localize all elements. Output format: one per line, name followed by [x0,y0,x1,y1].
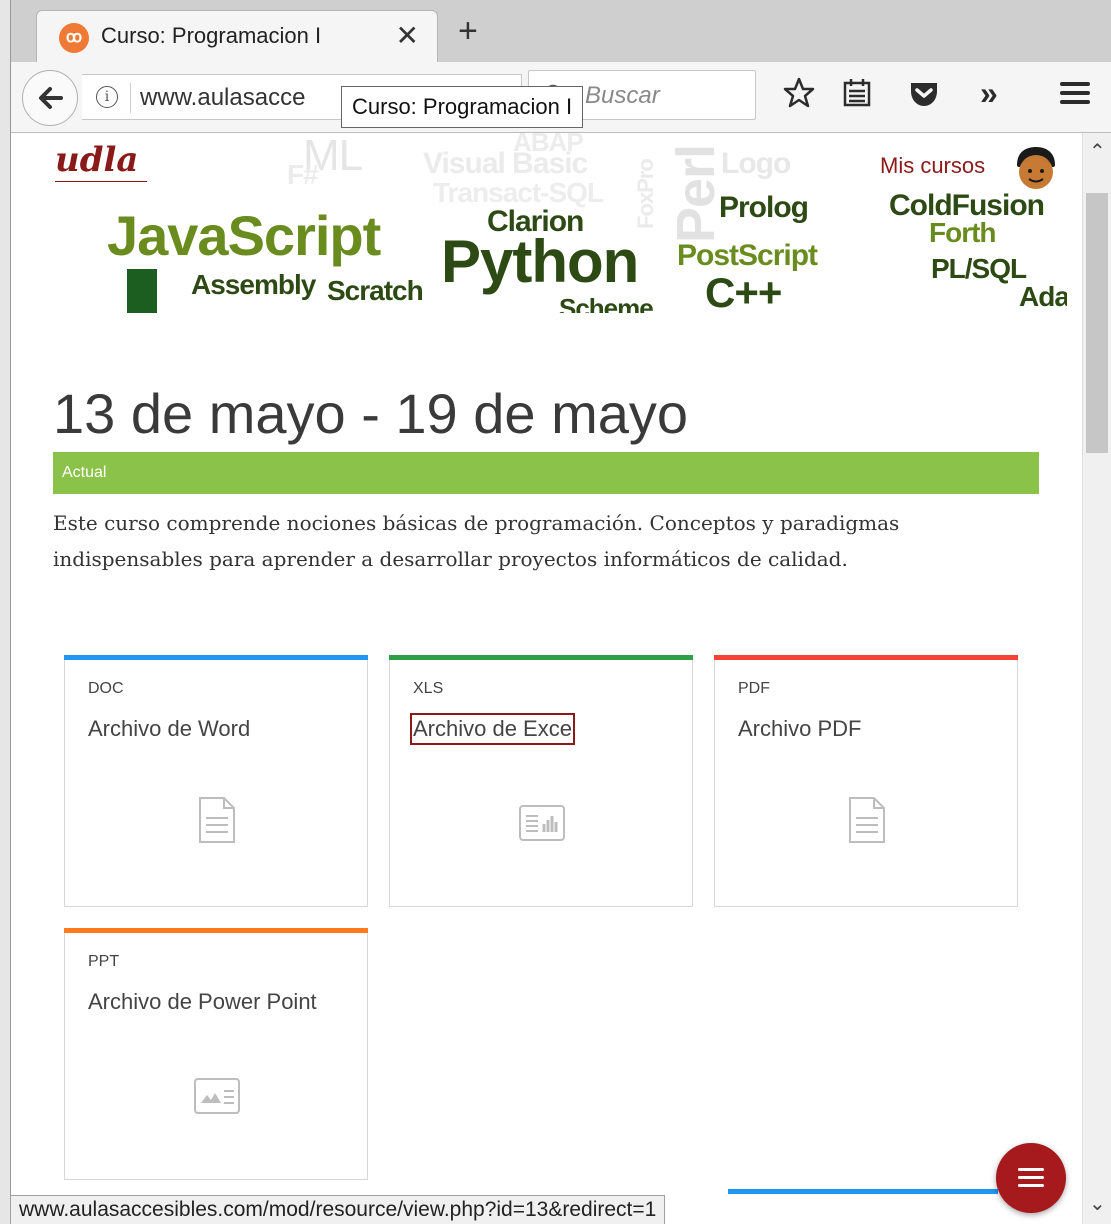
banner-word: Prolog [719,191,809,224]
banner-word: Assembly [191,269,316,300]
window-edge [0,0,11,1224]
spreadsheet-icon [519,805,565,841]
info-icon[interactable]: i [96,86,118,108]
resource-type: PPT [88,953,120,970]
current-week-bar: Actual [53,452,1039,494]
reading-list-icon[interactable] [840,76,874,110]
scroll-thumb[interactable] [1086,193,1108,453]
card-accent [728,1189,998,1194]
resource-type: PDF [738,680,770,697]
resource-card-doc[interactable]: DOC Archivo de Word [64,655,368,907]
new-tab-icon[interactable]: + [458,14,478,48]
document-icon [849,797,885,843]
banner-word: Perl [666,144,726,243]
resource-type: XLS [413,680,444,697]
url-text: www.aulasacce [140,84,306,111]
banner-word: Scheme [559,293,654,313]
hamburger-menu-icon[interactable] [1058,76,1092,110]
banner-word: Forth [929,217,997,248]
banner-block [127,269,157,313]
banner-word: Scratch [327,275,424,306]
document-icon [199,797,235,843]
user-avatar[interactable] [1013,145,1059,191]
tab-strip: ꝏ Curso: Programacion I ✕ + [0,0,1111,63]
udla-logo: udla [55,143,151,199]
banner-word: C++ [705,269,782,313]
arrow-left-icon [39,87,63,109]
my-courses-link[interactable]: Mis cursos [880,153,985,179]
resource-card-ppt[interactable]: PPT Archivo de Power Point [64,928,368,1180]
back-button[interactable] [22,70,78,126]
tab-tooltip: Curso: Programacion I [341,86,584,128]
banner-word: PostScript [677,239,818,272]
card-accent [64,928,368,933]
card-accent [389,655,693,660]
banner-word: Logo [721,147,791,180]
banner-word: PL/SQL [931,253,1027,284]
url-separator [130,83,131,113]
banner-word: FoxPro [633,159,658,229]
presentation-icon [194,1078,240,1114]
pocket-icon[interactable] [907,76,941,110]
resource-card-xls[interactable]: XLS Archivo de Exce [389,655,693,907]
browser-tab[interactable]: ꝏ Curso: Programacion I ✕ [36,10,438,63]
resource-title[interactable]: Archivo PDF [738,716,861,742]
banner-word: ABAP [513,133,584,157]
status-bar-url: www.aulasaccesibles.com/mod/resource/vie… [10,1195,666,1224]
resource-card-pdf[interactable]: PDF Archivo PDF [714,655,1018,907]
close-tab-icon[interactable]: ✕ [396,19,419,52]
resource-title[interactable]: Archivo de Word [88,716,250,742]
section-summary: Este curso comprende nociones básicas de… [53,511,900,571]
banner-word: JavaScript [107,204,381,267]
vertical-scrollbar[interactable]: ⌃ ⌄ [1082,133,1111,1224]
menu-fab-button[interactable] [996,1143,1066,1213]
banner-word: F# [287,159,319,190]
current-badge: Actual [62,464,107,481]
resource-type: DOC [88,680,124,697]
moodle-icon: ꝏ [59,23,89,53]
section-title: 13 de mayo - 19 de mayo [53,381,689,445]
card-accent [714,655,1018,660]
tab-title: Curso: Programacion I [101,23,322,48]
overflow-menu-icon[interactable]: » [980,76,998,110]
card-accent [64,655,368,660]
resource-title[interactable]: Archivo de Power Point [88,989,317,1015]
resource-title[interactable]: Archivo de Exce [410,713,575,745]
bookmark-star-icon[interactable] [782,76,816,110]
banner-word: Python [441,228,639,295]
scroll-up-icon[interactable]: ⌃ [1089,139,1106,164]
page-content: ML Visual Basic ABAP Logo F# Transact-SQ… [11,133,1082,1224]
scroll-down-icon[interactable]: ⌄ [1089,1191,1106,1216]
search-placeholder: Buscar [585,82,660,109]
banner-word: Ada [1019,281,1067,312]
